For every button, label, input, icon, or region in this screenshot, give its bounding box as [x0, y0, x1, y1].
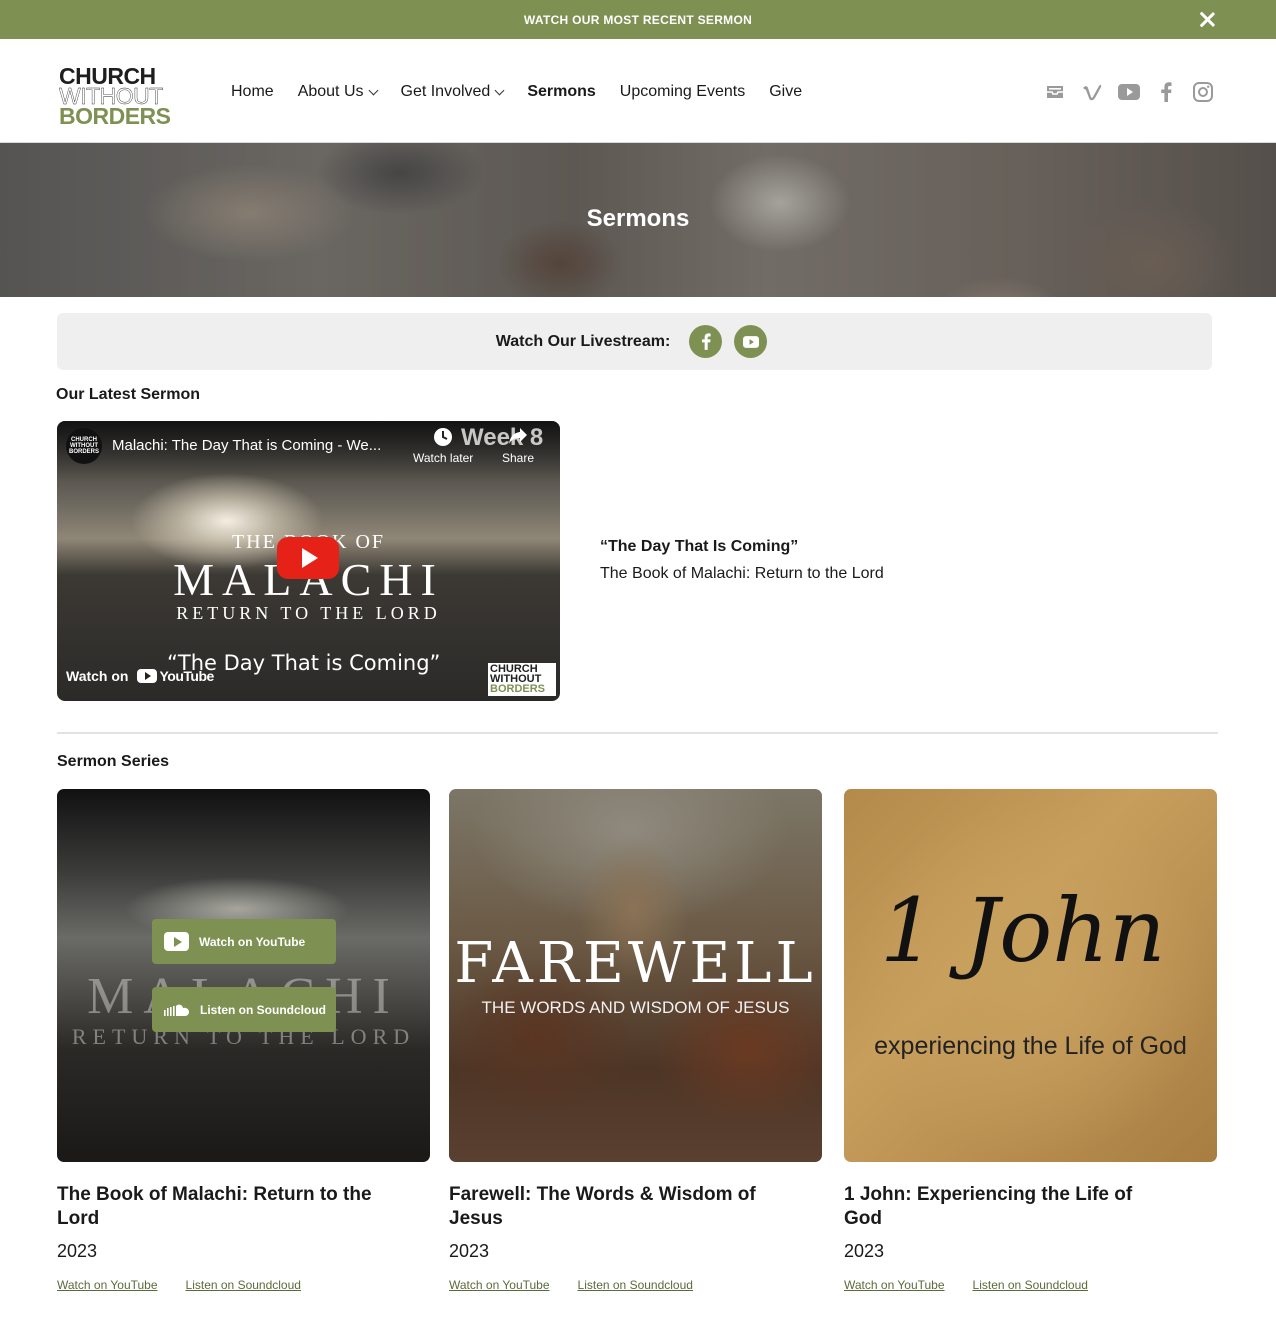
- watch-on-youtube-link[interactable]: Watch on YouTube: [66, 668, 214, 684]
- logo-line-3: BORDERS: [59, 103, 171, 130]
- play-button[interactable]: [277, 537, 339, 579]
- channel-avatar[interactable]: CHURCH WITHOUT BORDERS: [66, 428, 102, 464]
- vimeo-icon[interactable]: [1081, 81, 1103, 103]
- nav-home[interactable]: Home: [231, 83, 274, 101]
- overlay-watch-button[interactable]: Watch on YouTube: [152, 919, 336, 964]
- art-subtitle: THE WORDS AND WISDOM OF JESUS: [481, 998, 790, 1017]
- nav-home-label: Home: [231, 83, 274, 100]
- overlay-watch-label: Watch on YouTube: [199, 934, 306, 949]
- inbox-icon[interactable]: [1044, 81, 1066, 103]
- series-card-1-john: 1 John experiencing the Life of God 1 Jo…: [844, 789, 1217, 1292]
- badge-line-3: BORDERS: [490, 682, 546, 695]
- watch-later-label: Watch later: [413, 451, 474, 465]
- site-header: CHURCH WITHOUT BORDERS Home About Us Get…: [0, 39, 1276, 143]
- video-title[interactable]: Malachi: The Day That is Coming - We...: [112, 437, 381, 454]
- watch-on-label: Watch on: [66, 668, 129, 684]
- series-year: 2023: [57, 1241, 98, 1262]
- youtube-icon: [742, 335, 759, 348]
- sermon-series-heading: Sermon Series: [57, 753, 170, 770]
- listen-on-soundcloud-link[interactable]: Listen on Soundcloud: [578, 1278, 693, 1292]
- social-links: [1044, 81, 1214, 103]
- listen-on-soundcloud-link[interactable]: Listen on Soundcloud: [186, 1278, 301, 1292]
- youtube-icon[interactable]: [1118, 81, 1140, 103]
- nav-about[interactable]: About Us: [297, 83, 378, 101]
- watch-on-youtube-link[interactable]: Watch on YouTube: [57, 1278, 158, 1292]
- main-nav: Home About Us Get Involved Sermons Upcom…: [231, 83, 826, 101]
- watch-on-youtube-link[interactable]: Watch on YouTube: [449, 1278, 550, 1292]
- series-art-malachi[interactable]: MALACHI RETURN TO THE LORD Watch on YouT…: [57, 789, 430, 1162]
- series-title[interactable]: The Book of Malachi: Return to the Lord: [57, 1183, 377, 1231]
- nav-events[interactable]: Upcoming Events: [620, 83, 745, 101]
- facebook-icon[interactable]: [1155, 81, 1177, 103]
- logo[interactable]: CHURCH WITHOUT BORDERS: [59, 64, 181, 130]
- series-title[interactable]: Farewell: The Words & Wisdom of Jesus: [449, 1183, 769, 1231]
- livestream-bar: Watch Our Livestream:: [57, 313, 1212, 370]
- youtube-wordmark: YouTube: [159, 668, 214, 684]
- video-channel-badge: CHURCH WITHOUT BORDERS: [488, 663, 556, 696]
- youtube-icon: [137, 669, 158, 683]
- overlay-listen-label: Listen on Soundcloud: [200, 1002, 326, 1017]
- series-links: Watch on YouTube Listen on Soundcloud: [57, 1278, 430, 1292]
- youtube-logo: YouTube: [137, 668, 214, 684]
- share-label: Share: [502, 451, 535, 465]
- livestream-facebook-button[interactable]: [689, 325, 723, 358]
- art-title: 1 John: [880, 879, 1166, 982]
- listen-on-soundcloud-link[interactable]: Listen on Soundcloud: [973, 1278, 1088, 1292]
- page-title: Sermons: [586, 205, 690, 232]
- nav-about-label: About Us: [297, 83, 364, 100]
- soundcloud-icon: [164, 1004, 189, 1016]
- latest-sermon-heading: Our Latest Sermon: [56, 386, 201, 403]
- series-title[interactable]: 1 John: Experiencing the Life of God: [844, 1183, 1164, 1231]
- close-icon[interactable]: [1199, 11, 1216, 28]
- nav-give[interactable]: Give: [769, 83, 802, 101]
- video-book-sub: RETURN TO THE LORD: [176, 603, 441, 623]
- art-subtitle: experiencing the Life of God: [874, 1032, 1187, 1060]
- nav-sermons[interactable]: Sermons: [527, 83, 595, 101]
- youtube-icon: [164, 932, 189, 951]
- nav-sermons-label: Sermons: [527, 83, 596, 100]
- series-year: 2023: [844, 1241, 885, 1262]
- chevron-down-icon: [494, 85, 505, 95]
- nav-get-involved[interactable]: Get Involved: [400, 83, 505, 101]
- chevron-down-icon: [368, 85, 378, 95]
- avatar-line-3: BORDERS: [68, 449, 99, 455]
- instagram-icon[interactable]: [1192, 81, 1214, 103]
- series-card-farewell: FAREWELL THE WORDS AND WISDOM OF JESUS F…: [449, 789, 822, 1292]
- series-card-malachi: MALACHI RETURN TO THE LORD Watch on YouT…: [57, 789, 430, 1292]
- announcement-text[interactable]: WATCH OUR MOST RECENT SERMON: [524, 13, 752, 27]
- series-links: Watch on YouTube Listen on Soundcloud: [844, 1278, 1217, 1292]
- nav-give-label: Give: [769, 83, 803, 100]
- livestream-youtube-button[interactable]: [734, 325, 768, 358]
- series-links: Watch on YouTube Listen on Soundcloud: [449, 1278, 822, 1292]
- nav-get-involved-label: Get Involved: [400, 83, 491, 100]
- series-art-1-john[interactable]: 1 John experiencing the Life of God: [844, 789, 1217, 1162]
- nav-events-label: Upcoming Events: [619, 83, 746, 100]
- announcement-bar[interactable]: WATCH OUR MOST RECENT SERMON: [0, 0, 1276, 39]
- watch-on-youtube-link[interactable]: Watch on YouTube: [844, 1278, 945, 1292]
- series-year: 2023: [449, 1241, 490, 1262]
- hero-banner: Sermons: [0, 143, 1276, 297]
- art-title: FAREWELL: [454, 931, 817, 996]
- series-art-farewell[interactable]: FAREWELL THE WORDS AND WISDOM OF JESUS: [449, 789, 822, 1162]
- latest-sermon-series: The Book of Malachi: Return to the Lord: [600, 565, 884, 582]
- overlay-listen-button[interactable]: Listen on Soundcloud: [152, 987, 336, 1032]
- latest-sermon-video[interactable]: CHURCH WITHOUT BORDERS Malachi: The Day …: [57, 421, 560, 701]
- facebook-icon: [701, 333, 711, 350]
- video-week-text: Week 8: [461, 424, 544, 451]
- latest-sermon-title: “The Day That Is Coming”: [600, 538, 799, 555]
- section-divider: [57, 732, 1218, 734]
- livestream-label: Watch Our Livestream:: [495, 332, 671, 350]
